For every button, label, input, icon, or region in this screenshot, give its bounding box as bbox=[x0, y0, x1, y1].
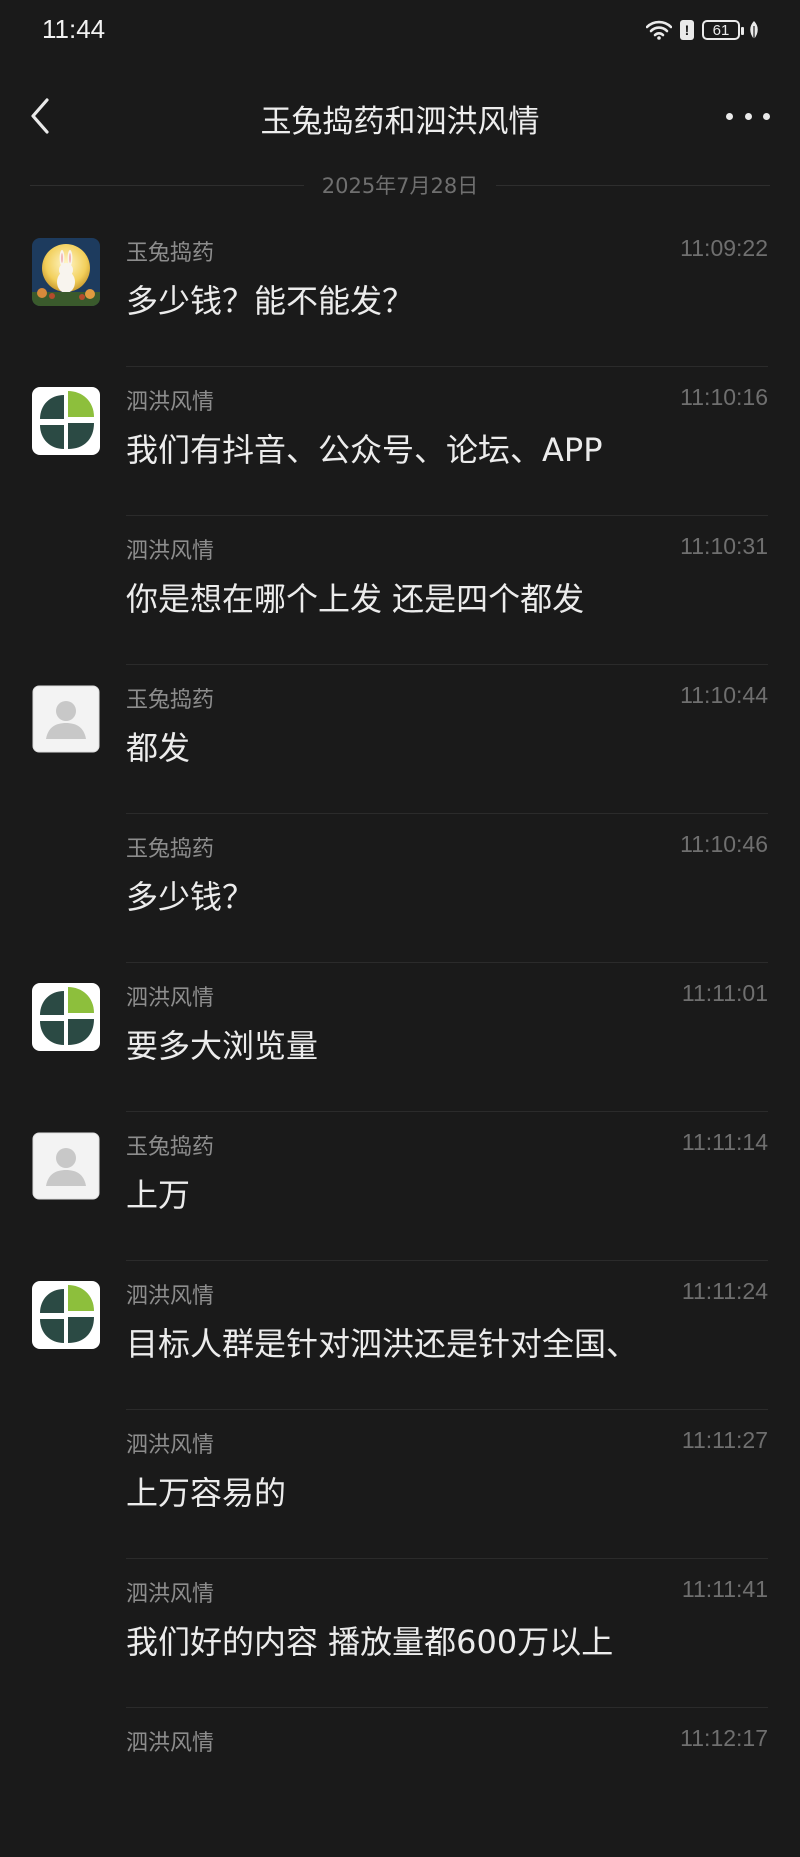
message-item[interactable]: 泗洪风情 11:10:31 你是想在哪个上发 还是四个都发 bbox=[0, 516, 800, 665]
message-text: 要多大浏览量 bbox=[126, 1027, 319, 1065]
message-text: 多少钱？能不能发？ bbox=[126, 282, 415, 320]
more-options-button[interactable] bbox=[726, 98, 770, 134]
dot-icon bbox=[744, 112, 752, 120]
message-time: 11:10:31 bbox=[680, 533, 768, 559]
message-text: 你是想在哪个上发 还是四个都发 bbox=[126, 580, 585, 618]
message-time: 11:11:27 bbox=[681, 1427, 768, 1453]
chat-header: 玉兔捣药和泗洪风情 bbox=[0, 80, 800, 154]
message-text: 都发 bbox=[126, 729, 191, 767]
dot-icon bbox=[726, 112, 733, 120]
message-time: 11:11:24 bbox=[681, 1278, 768, 1304]
leaf-logo-avatar[interactable] bbox=[32, 1281, 100, 1349]
sender-name: 泗洪风情 bbox=[126, 390, 215, 415]
sender-name: 泗洪风情 bbox=[126, 1284, 215, 1309]
sender-name: 玉兔捣药 bbox=[126, 688, 215, 713]
default-avatar[interactable] bbox=[32, 685, 100, 753]
page-title: 玉兔捣药和泗洪风情 bbox=[260, 104, 540, 140]
message-text: 目标人群是针对泗洪还是针对全国、 bbox=[126, 1325, 639, 1363]
message-time: 11:09:22 bbox=[680, 235, 768, 261]
battery-icon: 61 bbox=[702, 20, 744, 40]
message-item[interactable]: 泗洪风情 11:11:27 上万容易的 bbox=[0, 1410, 800, 1559]
message-item[interactable]: 玉兔捣药 11:10:44 都发 bbox=[0, 665, 800, 814]
moon-rabbit-avatar[interactable] bbox=[32, 238, 100, 306]
message-item[interactable]: 泗洪风情 11:10:16 我们有抖音、公众号、论坛、APP bbox=[0, 367, 800, 516]
message-item[interactable]: 泗洪风情 11:11:01 要多大浏览量 bbox=[0, 963, 800, 1112]
status-time: 11:44 bbox=[42, 14, 106, 44]
sender-name: 泗洪风情 bbox=[126, 986, 215, 1011]
date-separator: 2025年7月28日 bbox=[30, 170, 770, 200]
message-text: 多少钱？ bbox=[126, 878, 255, 916]
sender-name: 泗洪风情 bbox=[126, 1731, 215, 1756]
sender-name: 泗洪风情 bbox=[126, 539, 215, 564]
wifi-icon bbox=[646, 20, 672, 40]
date-label: 2025年7月28日 bbox=[321, 174, 479, 198]
message-item[interactable]: 泗洪风情 11:11:24 目标人群是针对泗洪还是针对全国、 bbox=[0, 1261, 800, 1410]
leaf-logo-avatar[interactable] bbox=[32, 983, 100, 1051]
default-avatar[interactable] bbox=[32, 1132, 100, 1200]
message-item[interactable]: 玉兔捣药 11:10:46 多少钱？ bbox=[0, 814, 800, 963]
sender-name: 玉兔捣药 bbox=[126, 241, 215, 266]
dot-icon bbox=[763, 112, 770, 120]
message-time: 11:11:14 bbox=[681, 1129, 768, 1155]
message-time: 11:11:41 bbox=[681, 1576, 768, 1602]
message-text: 我们好的内容 播放量都600万以上 bbox=[126, 1623, 614, 1661]
message-text: 我们有抖音、公众号、论坛、APP bbox=[126, 431, 603, 469]
divider bbox=[496, 184, 770, 186]
message-text: 上万容易的 bbox=[126, 1474, 287, 1512]
message-text: 上万 bbox=[126, 1176, 191, 1214]
message-item[interactable]: 玉兔捣药 11:11:14 上万 bbox=[0, 1112, 800, 1261]
divider bbox=[30, 184, 304, 186]
message-item[interactable]: 玉兔捣药 11:09:22 多少钱？能不能发？ bbox=[0, 218, 800, 367]
message-time: 11:10:44 bbox=[680, 682, 768, 708]
alert-icon: ! bbox=[680, 20, 694, 40]
leaf-logo-avatar[interactable] bbox=[32, 387, 100, 455]
message-item[interactable]: 泗洪风情 11:12:17 bbox=[0, 1708, 800, 1857]
message-time: 11:12:17 bbox=[680, 1725, 768, 1751]
leaf-icon bbox=[750, 21, 758, 39]
sender-name: 玉兔捣药 bbox=[126, 1135, 215, 1160]
battery-level: 61 bbox=[712, 21, 730, 39]
sender-name: 泗洪风情 bbox=[126, 1433, 215, 1458]
message-time: 11:10:16 bbox=[680, 384, 768, 410]
message-item[interactable]: 泗洪风情 11:11:41 我们好的内容 播放量都600万以上 bbox=[0, 1559, 800, 1708]
message-time: 11:11:01 bbox=[681, 980, 768, 1006]
status-icons: ! 61 bbox=[646, 20, 760, 40]
sender-name: 玉兔捣药 bbox=[126, 837, 215, 862]
sender-name: 泗洪风情 bbox=[126, 1582, 215, 1607]
message-time: 11:10:46 bbox=[680, 831, 768, 857]
status-bar: 11:44 ! 61 bbox=[0, 0, 800, 66]
